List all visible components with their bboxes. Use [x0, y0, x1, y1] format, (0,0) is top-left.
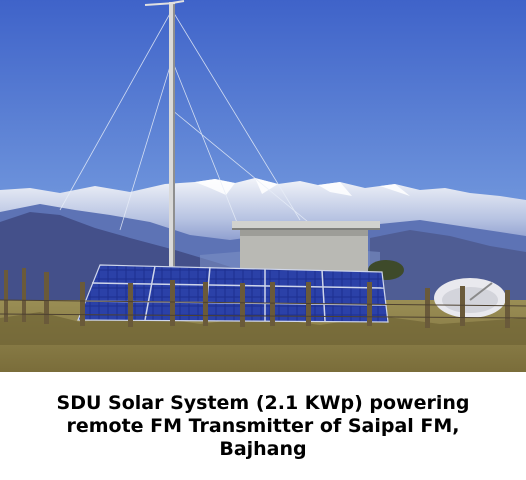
photo-caption: SDU Solar System (2.1 KWp) powering remo…: [56, 391, 470, 460]
solar-panels-icon: [77, 264, 389, 323]
satellite-dish-icon: [434, 278, 506, 318]
photo-solar-transmitter-site: [0, 0, 526, 372]
equipment-shed-icon: [232, 221, 380, 274]
caption-area: SDU Solar System (2.1 KWp) powering remo…: [0, 372, 526, 480]
